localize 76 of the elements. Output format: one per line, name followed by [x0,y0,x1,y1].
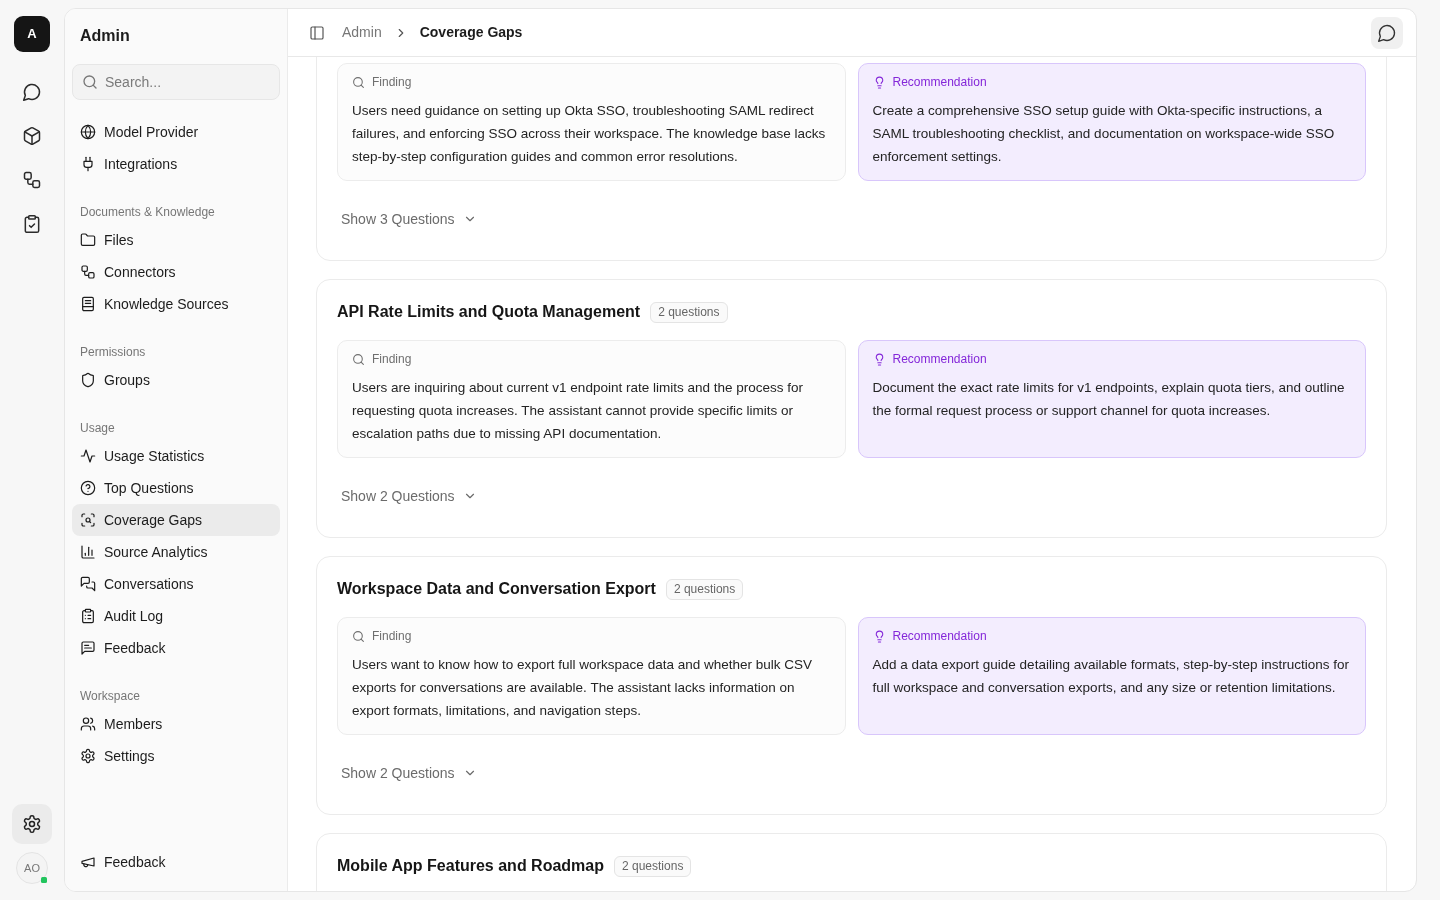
finding-text: Users need guidance on setting up Okta SSO, troubleshooting SAML redirect failures, and enforcing SSO across their workspace. The knowledge base lacks step-by-step configuration guides and common error resolutions. [352,102,827,166]
question-count-badge: 2 questions [614,855,692,877]
breadcrumb-current: Coverage Gaps [419,23,523,42]
clipboard-list-icon [80,608,96,624]
breadcrumb-link[interactable]: Admin [342,22,382,43]
sidebar-item[interactable]: Conversations [72,568,280,600]
settings-button[interactable] [12,804,52,844]
cube-icon[interactable] [22,126,42,146]
sidebar-item[interactable]: Top Questions [72,472,280,504]
question-count-badge: 2 questions [665,578,744,600]
sidebar-item[interactable]: Usage Statistics [72,440,280,472]
sidebar-item[interactable]: Source Analytics [72,536,280,568]
finding-text: Users are inquiring about current v1 endpoint rate limits and the process for requesting quota increases. The assistant cannot provide specific limits or escalation paths due to missing API documentation. [352,379,804,443]
sidebar-item[interactable]: Files [72,224,280,256]
recommendation-text: Document the exact rate limits for v1 endpoints, explain quota tiers, and outline the formal request process or support channel for quota increases. [872,379,1346,420]
search-icon [352,352,365,366]
chat-icon [1377,22,1397,43]
section-heading: Workspace [79,688,141,704]
finding-label: Finding [372,351,412,368]
show-questions-button[interactable]: Show 2 Questions [337,482,481,510]
sidebar-item[interactable]: Coverage Gaps [72,504,280,536]
document-icon [80,296,96,312]
message-lines-icon [80,640,96,656]
shield-icon [80,372,96,388]
recommendation-text: Create a comprehensive SSO setup guide with Okta-specific instructions, a SAML troubleshooting checklist, and documentation on workspace-wide SSO enforcement settings. [872,102,1336,166]
gap-title: API Rate Limits and Quota Management [337,302,641,322]
show-questions-button[interactable]: Show 2 Questions [337,759,481,787]
workflow-icon[interactable] [22,170,42,190]
recommendation-text: Add a data export guide detailing available formats, step-by-step instructions for full workspace and conversation exports, and any size or retention limitations. [872,656,1350,697]
sidebar-item[interactable]: Model Provider [72,116,280,148]
show-questions-button[interactable]: Show 3 Questions [337,205,481,233]
search-icon [82,74,98,90]
recommendation-label: Recommendation [892,351,987,368]
gap-title: Mobile App Features and Roadmap [337,856,604,876]
workspace-logo[interactable]: A [14,16,50,52]
sidebar-item[interactable]: Integrations [72,148,280,180]
section-heading: Documents & Knowledge [79,204,216,220]
workflow-icon [80,264,96,280]
settings-icon [22,814,42,834]
search-icon [352,75,365,89]
user-avatar[interactable]: AO [16,852,48,884]
bar-chart-icon [80,544,96,560]
finding-label: Finding [372,74,412,91]
finding-label: Finding [372,628,412,645]
sidebar-title: Admin [79,26,131,46]
sidebar-item[interactable]: Settings [72,740,280,772]
section-heading: Permissions [79,344,147,360]
sidebar-item[interactable]: Feedback [72,846,280,878]
activity-icon [80,448,96,464]
megaphone-icon [80,854,96,870]
panel-left-icon[interactable] [309,24,325,41]
globe-icon [80,124,96,140]
sidebar-item[interactable]: Connectors [72,256,280,288]
users-icon [80,716,96,732]
search-icon [352,629,365,643]
chat-bubbles-icon [80,576,96,592]
sidebar-item[interactable]: Knowledge Sources [72,288,280,320]
question-count-badge: 2 questions [650,301,728,323]
chat-icon[interactable] [22,82,42,102]
settings-icon [80,748,96,764]
finding-text: Users want to know how to export full workspace data and whether bulk CSV exports for conversations are available. The assistant lacks information on export formats, limitations, and navigation steps. [352,656,813,720]
clipboard-check-icon[interactable] [22,214,42,234]
sidebar-item[interactable]: Groups [72,364,280,396]
plug-icon [80,156,96,172]
sidebar-item[interactable]: Members [72,708,280,740]
folder-icon [80,232,96,248]
sidebar-item[interactable]: Feedback [72,632,280,664]
recommendation-label: Recommendation [892,628,987,645]
sidebar-item[interactable]: Audit Log [72,600,280,632]
search-field[interactable]: Search... [72,64,280,100]
section-heading: Usage [79,420,116,436]
gap-title: Workspace Data and Conversation Export [337,579,656,599]
scan-search-icon [80,512,96,528]
chat-button[interactable] [1371,16,1403,49]
question-circle-icon [80,480,96,496]
recommendation-label: Recommendation [892,74,987,91]
